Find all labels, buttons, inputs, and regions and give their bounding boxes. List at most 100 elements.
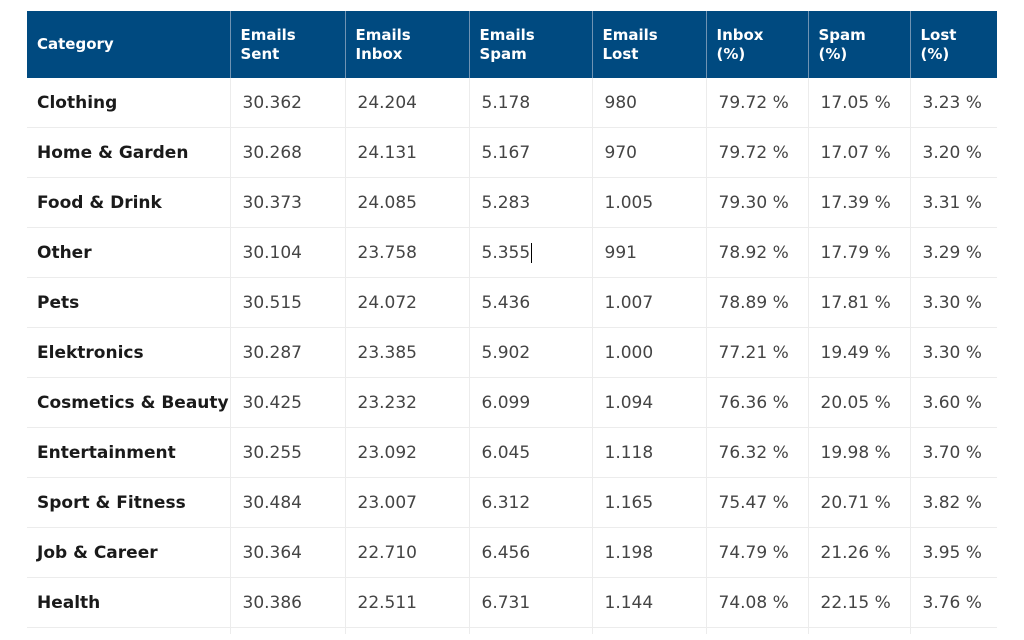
cell-text: Elektronics xyxy=(37,342,144,363)
cell-text: 3.95 % xyxy=(922,542,982,563)
cell-emails-spam: 5.167 xyxy=(468,127,592,178)
cell-emails-inbox: 22.710 xyxy=(344,527,469,578)
cell-emails-inbox: 24.072 xyxy=(344,277,469,328)
cell-text: 17.05 % xyxy=(820,92,891,113)
cell-emails-spam: 6.312 xyxy=(468,477,592,528)
cell-text: 17.39 % xyxy=(820,192,891,213)
cell-text: 76.36 % xyxy=(718,392,789,413)
cell-text: 76.32 % xyxy=(718,442,789,463)
cell-spam-pct: 19.49 % xyxy=(807,327,910,378)
column-header-label: Lost xyxy=(602,44,639,63)
cell-text: 23.092 xyxy=(357,442,417,463)
category-cell: Sport & Fitness xyxy=(27,477,230,528)
column-header-inbox-pct[interactable]: Inbox (%) xyxy=(705,11,808,78)
column-header-emails-inbox[interactable]: Emails Inbox xyxy=(344,11,469,78)
cell-partial xyxy=(344,627,469,634)
cell-emails-spam: 5.436 xyxy=(468,277,592,328)
table-row: Elektronics 30.287 23.385 5.902 1.000 77.21 %… xyxy=(27,327,997,378)
cell-partial xyxy=(705,627,808,634)
cell-text: 23.758 xyxy=(357,242,417,263)
cell-emails-inbox: 24.204 xyxy=(344,78,469,128)
cell-text: 74.79 % xyxy=(718,542,789,563)
cell-emails-sent: 30.362 xyxy=(229,78,345,128)
cell-spam-pct: 17.79 % xyxy=(807,227,910,278)
cell-emails-spam: 5.355 xyxy=(468,227,592,278)
cell-text: 3.30 % xyxy=(922,342,982,363)
column-header-emails-lost[interactable]: Emails Lost xyxy=(591,11,706,78)
cell-text: 19.49 % xyxy=(820,342,891,363)
cell-text: 6.099 xyxy=(481,392,531,413)
cell-text: 19.98 % xyxy=(820,442,891,463)
cell-spam-pct: 20.71 % xyxy=(807,477,910,528)
column-header-label: Category xyxy=(37,35,114,53)
cell-emails-inbox: 23.758 xyxy=(344,227,469,278)
table-row: Food & Drink 30.373 24.085 5.283 1.005 79.30 … xyxy=(27,177,997,228)
cell-emails-sent: 30.255 xyxy=(229,427,345,478)
column-header-emails-spam[interactable]: Emails Spam xyxy=(468,11,592,78)
cell-text: Sport & Fitness xyxy=(37,492,186,513)
cell-text: 1.005 xyxy=(604,192,654,213)
category-cell: Clothing xyxy=(27,78,230,128)
cell-text: 3.29 % xyxy=(922,242,982,263)
column-header-label: (%) xyxy=(716,44,746,63)
cell-text: 6.312 xyxy=(481,492,531,513)
email-deliverability-table-container: Category Emails Sent Emails Inbox Emails Spam E… xyxy=(27,11,997,634)
cell-text: 23.007 xyxy=(357,492,417,513)
column-header-label: Sent xyxy=(240,44,280,63)
cell-text: 78.92 % xyxy=(718,242,789,263)
cell-text: 30.515 xyxy=(242,292,302,313)
column-header-lost-pct[interactable]: Lost (%) xyxy=(909,11,997,78)
table-row: Sport & Fitness 30.484 23.007 6.312 1.165 75.… xyxy=(27,477,997,528)
cell-emails-sent: 30.386 xyxy=(229,577,345,628)
table-header-row: Category Emails Sent Emails Inbox Emails Spam E… xyxy=(27,11,997,78)
cell-text: 3.30 % xyxy=(922,292,982,313)
cell-emails-inbox: 24.085 xyxy=(344,177,469,228)
category-cell: Elektronics xyxy=(27,327,230,378)
cell-inbox-pct: 75.47 % xyxy=(705,477,808,528)
cell-text: Pets xyxy=(37,292,80,313)
cell-emails-spam: 5.178 xyxy=(468,78,592,128)
cell-text: 24.085 xyxy=(357,192,417,213)
column-header-label: Spam xyxy=(818,25,866,44)
cell-text: Food & Drink xyxy=(37,192,162,213)
cell-emails-lost: 991 xyxy=(591,227,706,278)
email-deliverability-table: Category Emails Sent Emails Inbox Emails Spam E… xyxy=(27,11,997,634)
cell-inbox-pct: 78.92 % xyxy=(705,227,808,278)
column-header-spam-pct[interactable]: Spam (%) xyxy=(807,11,910,78)
cell-text: 22.511 xyxy=(357,592,417,613)
cell-lost-pct: 3.95 % xyxy=(909,527,997,578)
cell-text: 21.26 % xyxy=(820,542,891,563)
cell-partial xyxy=(27,628,230,635)
cell-emails-spam: 5.283 xyxy=(468,177,592,228)
cell-text: Home & Garden xyxy=(37,142,189,163)
cell-text: 6.731 xyxy=(481,592,531,613)
cell-spam-pct: 17.05 % xyxy=(807,78,910,128)
cell-text: Health xyxy=(37,592,101,613)
cell-text: 3.82 % xyxy=(922,492,982,513)
cell-text: 30.386 xyxy=(242,592,302,613)
cell-text: 22.710 xyxy=(357,542,417,563)
cell-text: 3.20 % xyxy=(922,142,982,163)
category-cell: Pets xyxy=(27,277,230,328)
cell-text: 980 xyxy=(604,92,637,113)
cell-emails-inbox: 23.007 xyxy=(344,477,469,528)
cell-emails-inbox: 23.092 xyxy=(344,427,469,478)
cell-emails-lost: 980 xyxy=(591,78,706,128)
column-header-emails-sent[interactable]: Emails Sent xyxy=(229,11,345,78)
cell-text: Other xyxy=(37,242,92,263)
cell-emails-lost: 1.094 xyxy=(591,377,706,428)
cell-text: 20.05 % xyxy=(820,392,891,413)
cell-lost-pct: 3.30 % xyxy=(909,277,997,328)
cell-spam-pct: 17.39 % xyxy=(807,177,910,228)
category-cell: Food & Drink xyxy=(27,177,230,228)
cell-lost-pct: 3.31 % xyxy=(909,177,997,228)
cell-text: 23.232 xyxy=(357,392,417,413)
cell-spam-pct: 17.81 % xyxy=(807,277,910,328)
cell-text: 5.283 xyxy=(481,192,531,213)
cell-emails-sent: 30.104 xyxy=(229,227,345,278)
table-row: Clothing 30.362 24.204 5.178 980 79.72 % 17.05… xyxy=(27,78,997,128)
cell-inbox-pct: 74.08 % xyxy=(705,577,808,628)
cell-spam-pct: 19.98 % xyxy=(807,427,910,478)
cell-partial xyxy=(909,627,997,634)
column-header-category[interactable]: Category xyxy=(27,11,230,78)
